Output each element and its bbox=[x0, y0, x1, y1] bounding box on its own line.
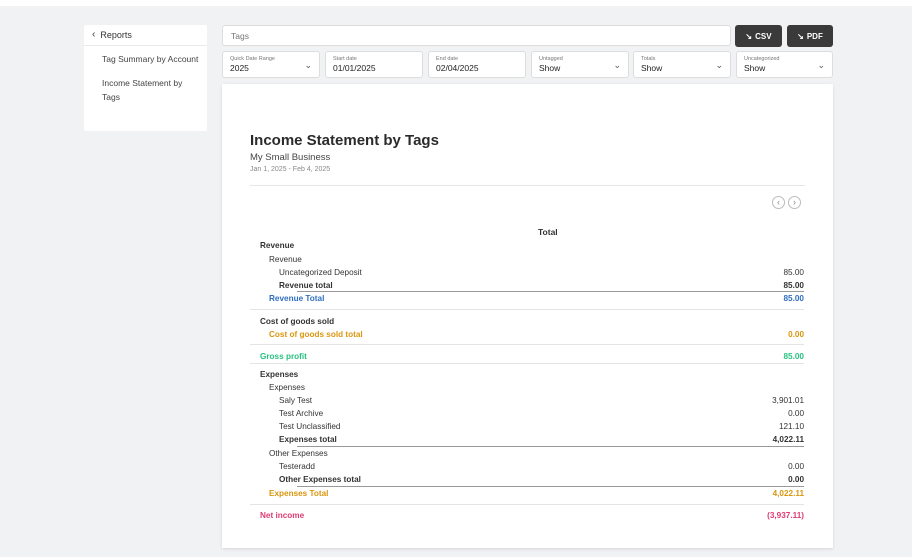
chevron-down-icon: ⌄ bbox=[715, 60, 723, 70]
chevron-right-icon[interactable]: › bbox=[788, 196, 801, 209]
export-arrow-icon: ↘ bbox=[745, 31, 753, 41]
report-row: Uncategorized Deposit 85.00 bbox=[250, 266, 804, 279]
row-value: 0.00 bbox=[788, 475, 804, 484]
sidebar-item-tag-summary[interactable]: Tag Summary by Account bbox=[84, 46, 207, 70]
row-divider bbox=[250, 344, 804, 345]
filter-value: Show bbox=[641, 63, 663, 73]
row-label: Saly Test bbox=[279, 396, 313, 405]
report-row: Expenses total 4,022.11 bbox=[250, 433, 804, 446]
tags-search-input[interactable] bbox=[222, 25, 731, 46]
column-header-total: Total bbox=[538, 227, 558, 237]
sidebar-item-income-statement[interactable]: Income Statement by Tags bbox=[84, 70, 207, 108]
reports-sidebar: ‹ Reports Tag Summary by Account Income … bbox=[84, 25, 207, 131]
row-label: Testeradd bbox=[279, 462, 315, 471]
row-label: Expenses bbox=[269, 383, 305, 392]
report-row: Test Archive 0.00 bbox=[250, 407, 804, 420]
export-csv-button[interactable]: ↘ CSV bbox=[735, 25, 782, 47]
row-label: Gross profit bbox=[260, 352, 307, 361]
chevron-left-icon[interactable]: ‹ bbox=[772, 196, 785, 209]
totals-select[interactable]: Totals Show ⌄ bbox=[633, 51, 731, 78]
filter-value: 01/01/2025 bbox=[333, 63, 376, 73]
row-value: (3,937.11) bbox=[767, 511, 804, 520]
start-date-field[interactable]: Start date 01/01/2025 bbox=[325, 51, 423, 78]
row-divider bbox=[250, 504, 804, 505]
pdf-label: PDF bbox=[806, 31, 823, 41]
row-label: Expenses total bbox=[279, 435, 337, 444]
filter-label: Totals bbox=[641, 56, 656, 62]
row-label: Other Expenses bbox=[269, 449, 328, 458]
row-divider bbox=[250, 309, 804, 310]
report-row: Expenses bbox=[250, 381, 804, 394]
report-row: Expenses bbox=[250, 368, 804, 381]
report-card: Income Statement by Tags My Small Busine… bbox=[222, 84, 833, 548]
report-title: Income Statement by Tags bbox=[250, 132, 439, 149]
row-value: 121.10 bbox=[778, 422, 804, 431]
row-divider bbox=[250, 363, 804, 364]
row-value: 3,901.01 bbox=[772, 396, 804, 405]
row-label: Cost of goods sold bbox=[260, 317, 335, 326]
header-divider bbox=[250, 185, 805, 186]
row-label: Expenses bbox=[260, 370, 299, 379]
filter-label: Uncategorized bbox=[744, 56, 780, 62]
chevron-left-icon: ‹ bbox=[92, 29, 96, 40]
row-value: 85.00 bbox=[783, 352, 805, 361]
report-row: Revenue bbox=[250, 239, 804, 252]
filter-label: Quick Date Range bbox=[230, 56, 275, 62]
filter-label: Untagged bbox=[539, 56, 563, 62]
report-row: Revenue bbox=[250, 253, 804, 266]
back-to-reports[interactable]: ‹ Reports bbox=[84, 25, 207, 46]
row-label: Test Archive bbox=[279, 409, 324, 418]
report-row: Revenue Total 85.00 bbox=[250, 292, 804, 305]
row-label: Revenue Total bbox=[269, 294, 325, 303]
row-label: Uncategorized Deposit bbox=[279, 268, 362, 277]
filter-label: Start date bbox=[333, 56, 357, 62]
row-value: 85.00 bbox=[783, 268, 805, 277]
filter-label: End date bbox=[436, 56, 459, 62]
row-label: Other Expenses total bbox=[279, 475, 361, 484]
row-value: 4,022.11 bbox=[772, 489, 804, 498]
filter-value: Show bbox=[539, 63, 561, 73]
row-value: 85.00 bbox=[783, 294, 805, 303]
csv-label: CSV bbox=[755, 31, 772, 41]
filter-value: 2025 bbox=[230, 63, 249, 73]
report-row: Saly Test 3,901.01 bbox=[250, 394, 804, 407]
report-row: Gross profit 85.00 bbox=[250, 350, 804, 363]
chevron-down-icon: ⌄ bbox=[817, 60, 825, 70]
report-row: Expenses Total 4,022.11 bbox=[250, 487, 804, 500]
row-label: Expenses Total bbox=[269, 489, 329, 498]
row-label: Net income bbox=[260, 511, 305, 520]
filter-value: Show bbox=[744, 63, 766, 73]
report-row: Other Expenses total 0.00 bbox=[250, 473, 804, 486]
end-date-field[interactable]: End date 02/04/2025 bbox=[428, 51, 526, 78]
report-date-range: Jan 1, 2025 - Feb 4, 2025 bbox=[250, 166, 331, 173]
back-label: Reports bbox=[100, 30, 132, 40]
row-label: Cost of goods sold total bbox=[269, 330, 363, 339]
company-name: My Small Business bbox=[250, 152, 331, 163]
export-arrow-icon: ↘ bbox=[797, 31, 804, 41]
report-row: Test Unclassified 121.10 bbox=[250, 420, 804, 433]
quick-date-range-select[interactable]: Quick Date Range 2025 ⌄ bbox=[222, 51, 320, 78]
row-divider bbox=[297, 446, 804, 447]
top-band bbox=[0, 0, 912, 6]
row-label: Revenue bbox=[260, 241, 295, 250]
filter-value: 02/04/2025 bbox=[436, 63, 479, 73]
export-pdf-button[interactable]: ↘ PDF bbox=[787, 25, 833, 47]
report-row: Net income (3,937.11) bbox=[250, 509, 804, 522]
untagged-select[interactable]: Untagged Show ⌄ bbox=[531, 51, 629, 78]
report-row: Testeradd 0.00 bbox=[250, 460, 804, 473]
row-value: 0.00 bbox=[788, 462, 804, 471]
row-value: 0.00 bbox=[788, 330, 804, 339]
report-row: Other Expenses bbox=[250, 447, 804, 460]
row-divider bbox=[297, 291, 804, 292]
uncategorized-select[interactable]: Uncategorized Show ⌄ bbox=[736, 51, 833, 78]
row-value: 4,022.11 bbox=[772, 435, 804, 444]
row-value: 0.00 bbox=[788, 409, 804, 418]
chevron-down-icon: ⌄ bbox=[613, 60, 621, 70]
row-label: Test Unclassified bbox=[279, 422, 341, 431]
row-divider bbox=[297, 486, 804, 487]
chevron-down-icon: ⌄ bbox=[304, 60, 312, 70]
report-row: Cost of goods sold total 0.00 bbox=[250, 328, 804, 341]
report-row: Cost of goods sold bbox=[250, 315, 804, 328]
row-label: Revenue bbox=[269, 255, 302, 264]
